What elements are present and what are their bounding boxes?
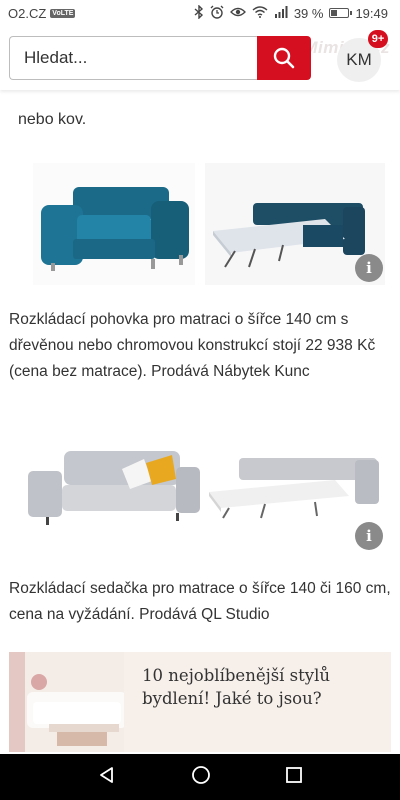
search-icon	[273, 47, 295, 69]
site-header: eMimino.cz KM 9+	[0, 26, 400, 90]
back-icon[interactable]	[97, 765, 117, 790]
battery-percent: 39 %	[293, 5, 324, 21]
image-info-button-1[interactable]: i	[355, 254, 383, 282]
image-info-button-2[interactable]: i	[355, 522, 383, 550]
search-button[interactable]	[257, 36, 311, 80]
sofa-bed-image-grey-open[interactable]	[205, 452, 383, 522]
alarm-icon	[210, 5, 224, 22]
article-paragraph-1: Rozkládací pohovka pro matraci o šířce 1…	[9, 311, 376, 380]
recommended-article-image	[9, 652, 125, 752]
sofa-image-teal[interactable]	[33, 163, 195, 285]
bluetooth-icon	[194, 3, 204, 22]
article-paragraph-2: Rozkládací sedačka pro matrace o šířce 1…	[9, 580, 391, 623]
notification-badge[interactable]: 9+	[368, 30, 388, 48]
wifi-icon	[252, 5, 268, 21]
status-bar: O2.CZ VoLTE 39 % 19:49	[0, 0, 400, 26]
carrier-name: O2.CZ	[8, 5, 47, 21]
sofa-image-grey[interactable]	[26, 437, 202, 529]
system-navigation-bar	[0, 754, 400, 800]
recents-icon[interactable]	[285, 766, 303, 789]
home-icon[interactable]	[191, 765, 211, 790]
search-bar	[9, 36, 311, 80]
article-text-continuation: nebo kov.	[18, 111, 87, 128]
signal-icon	[274, 5, 288, 21]
battery-icon	[329, 8, 353, 18]
recommended-article-card[interactable]: 10 nejoblíbenější stylů bydlení! Jaké to…	[9, 652, 391, 752]
recommended-article-title: 10 nejoblíbenější stylů bydlení! Jaké to…	[142, 666, 331, 708]
eye-icon	[229, 6, 246, 21]
clock: 19:49	[355, 5, 388, 21]
volte-icon: VoLTE	[50, 8, 76, 18]
battery-fill	[331, 10, 338, 16]
search-input[interactable]	[9, 36, 257, 80]
